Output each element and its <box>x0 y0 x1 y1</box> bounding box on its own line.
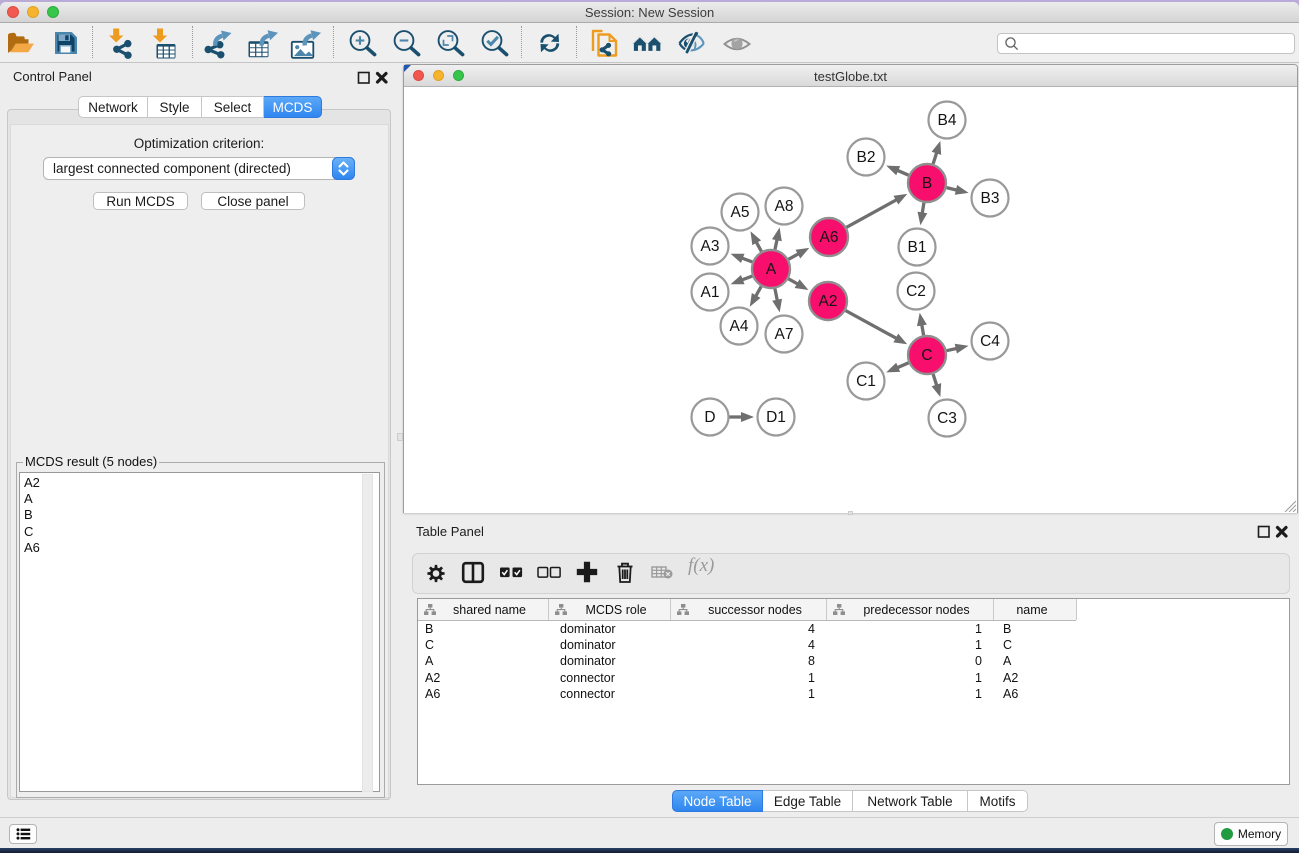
svg-text:B: B <box>922 175 932 192</box>
svg-text:A3: A3 <box>701 238 720 255</box>
svg-text:C: C <box>921 347 932 364</box>
svg-text:A: A <box>766 261 777 278</box>
svg-text:B1: B1 <box>908 239 927 256</box>
svg-text:C1: C1 <box>856 373 876 390</box>
svg-text:C4: C4 <box>980 333 1000 350</box>
svg-text:A5: A5 <box>731 204 750 221</box>
svg-text:A7: A7 <box>775 326 794 343</box>
svg-text:D1: D1 <box>766 409 786 426</box>
svg-text:A6: A6 <box>820 229 839 246</box>
svg-text:D: D <box>704 409 715 426</box>
svg-text:B2: B2 <box>857 149 876 166</box>
svg-text:B3: B3 <box>981 190 1000 207</box>
svg-text:C3: C3 <box>937 410 957 427</box>
svg-text:A4: A4 <box>730 318 749 335</box>
svg-text:A1: A1 <box>701 284 720 301</box>
svg-text:A8: A8 <box>775 198 794 215</box>
svg-text:C2: C2 <box>906 283 926 300</box>
svg-text:A2: A2 <box>819 293 838 310</box>
svg-text:B4: B4 <box>938 112 957 129</box>
